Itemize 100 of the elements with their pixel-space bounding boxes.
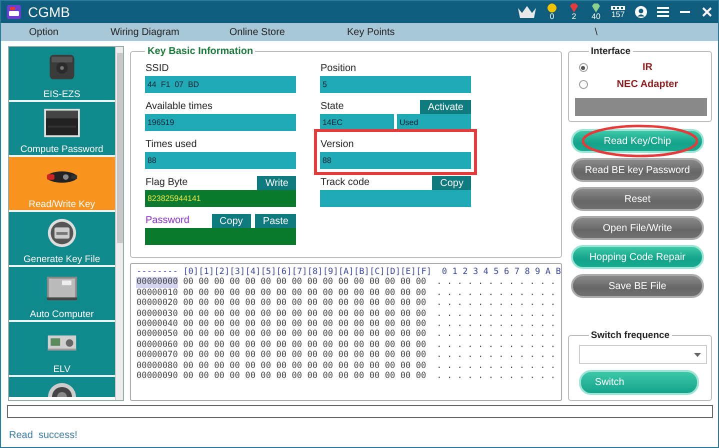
radio-button[interactable] — [578, 63, 588, 72]
radio-button[interactable] — [578, 80, 588, 89]
hex-bytes: 00 00 00 00 00 00 00 00 00 00 00 00 00 00 00 00 — [183, 360, 426, 371]
hex-bytes: 00 00 00 00 00 00 00 00 00 00 00 00 00 00 00 00 — [183, 318, 426, 330]
address-cell[interactable]: 00000070 — [136, 350, 178, 361]
sidebar-item[interactable]: Compute Password — [9, 102, 115, 157]
action-button[interactable]: Write — [257, 176, 296, 190]
window-title: CGMB — [28, 4, 71, 20]
address-cell[interactable]: 00000040 — [136, 318, 178, 330]
user-icon — [635, 6, 647, 18]
diamond-count: 40 — [592, 13, 600, 21]
coin-count: 0 — [550, 13, 554, 21]
sidebar-label: Auto Computer — [30, 309, 94, 320]
menu-item[interactable]: Wiring Diagram — [110, 26, 180, 38]
action-button[interactable]: Open File/Write — [570, 216, 704, 240]
value-field[interactable] — [145, 228, 296, 245]
ticket-icon — [611, 5, 625, 11]
sidebar-label: EIS-EZS — [43, 89, 80, 100]
value-field[interactable]: 823825944141 — [145, 190, 296, 207]
sidebar-label: Generate Key File — [24, 254, 100, 265]
action-button[interactable]: Read Key/Chip — [570, 129, 704, 153]
value-field[interactable]: 88 — [320, 152, 472, 169]
value-field[interactable]: 5 — [320, 76, 472, 93]
address-cell[interactable]: 00000050 — [136, 329, 178, 340]
column-header: [E] — [400, 267, 416, 278]
hex-bytes: 00 00 00 00 00 00 00 00 00 00 00 00 00 00 00 00 — [183, 329, 426, 340]
field-label: Version — [320, 139, 355, 152]
hex-bytes: 00 00 00 00 00 00 00 00 00 00 00 00 00 00 00 00 — [183, 277, 426, 288]
address-cell[interactable]: 00000030 — [136, 308, 178, 319]
value-field[interactable]: 196519 — [145, 114, 296, 131]
sidebar-item[interactable]: ELV — [9, 322, 115, 377]
ascii-text: . . . . . . . . . . . . — [436, 350, 556, 361]
column-header: [2] — [214, 267, 230, 278]
status-message: Read success! — [9, 430, 78, 441]
address-cell[interactable]: 00000000 — [136, 277, 178, 288]
value-field[interactable]: 44 F1 07 BD — [145, 76, 296, 93]
column-header: [3] — [230, 267, 246, 278]
column-header: [D] — [384, 267, 400, 278]
address-cell[interactable]: 00000090 — [136, 370, 178, 382]
column-header: [9] — [322, 267, 338, 278]
hex-bytes: 00 00 00 00 00 00 00 00 00 00 00 00 00 00 00 00 — [183, 298, 426, 309]
action-button[interactable]: Paste — [254, 214, 296, 228]
radio-label: NEC Adapter — [616, 79, 680, 90]
hex-bytes: 00 00 00 00 00 00 00 00 00 00 00 00 00 00 00 00 — [183, 308, 426, 319]
sidebar-item[interactable]: EIS-EZS — [9, 47, 115, 102]
field-label: Times used — [145, 139, 198, 152]
column-header: [C] — [369, 267, 385, 278]
address-cell[interactable]: 00000060 — [136, 340, 178, 350]
header-dashes: -------- — [136, 267, 178, 278]
ascii-text: . . . . . . . . . . . . — [436, 318, 556, 330]
address-cell[interactable]: 00000080 — [136, 360, 178, 371]
menu-item[interactable]: Key Points — [346, 26, 395, 38]
column-header: [A] — [338, 267, 354, 278]
value-field[interactable] — [320, 190, 472, 207]
radio-label: IR — [641, 62, 654, 73]
action-button[interactable]: Hopping Code Repair — [570, 245, 704, 269]
column-header: [5] — [260, 267, 276, 278]
menu-item[interactable]: \ — [594, 26, 598, 38]
crown-icon — [516, 4, 538, 20]
input-field[interactable] — [7, 405, 713, 418]
app-logo — [6, 4, 22, 20]
menu-item[interactable]: Online Store — [229, 26, 285, 38]
sidebar-item[interactable]: Generate Key File — [9, 212, 115, 267]
action-button[interactable]: Save BE File — [570, 274, 704, 298]
ascii-text: . . . . . . . . . . . . — [436, 340, 556, 350]
column-header: [0] — [183, 267, 199, 278]
action-button[interactable]: Read BE key Password — [570, 158, 704, 182]
column-header: [7] — [292, 267, 308, 278]
hex-bytes: 00 00 00 00 00 00 00 00 00 00 00 00 00 00 00 00 — [183, 288, 426, 298]
diamond-icon — [591, 3, 601, 13]
column-header: [1] — [198, 267, 214, 278]
field-label: SSID — [145, 63, 170, 76]
column-header: [4] — [245, 267, 261, 278]
sidebar-item[interactable] — [9, 377, 115, 397]
close-icon — [702, 7, 712, 17]
ascii-text: . . . . . . . . . . . . — [436, 298, 556, 309]
address-cell[interactable]: 00000020 — [136, 298, 178, 309]
action-button[interactable]: Reset — [570, 187, 704, 211]
ascii-header: 0 1 2 3 4 5 6 7 8 9 A B — [442, 267, 561, 278]
field-label: Track code — [320, 177, 371, 190]
action-button[interactable]: Copy — [212, 214, 251, 228]
hex-bytes: 00 00 00 00 00 00 00 00 00 00 00 00 00 00 00 00 — [183, 370, 426, 382]
gem-icon — [569, 3, 579, 13]
sidebar-label: ELV — [53, 364, 70, 375]
address-cell[interactable]: 00000010 — [136, 288, 178, 298]
ascii-text: . . . . . . . . . . . . — [436, 288, 556, 298]
action-button[interactable]: Copy — [432, 176, 472, 190]
ticket-count: 157 — [611, 11, 625, 19]
ascii-text: . . . . . . . . . . . . — [436, 308, 556, 319]
field-label: Flag Byte — [145, 177, 189, 190]
menu-item[interactable]: Option — [29, 26, 58, 38]
column-header: [B] — [354, 267, 370, 278]
sidebar-item[interactable]: Auto Computer — [9, 267, 115, 322]
field-label: Password — [145, 215, 190, 228]
sidebar-label: Read/Write Key — [28, 199, 95, 210]
menu-icon — [657, 7, 669, 17]
minimize-icon — [680, 11, 690, 13]
value-field[interactable]: 88 — [145, 152, 296, 169]
column-header: [F] — [416, 267, 432, 278]
action-button[interactable]: Activate — [420, 100, 472, 114]
